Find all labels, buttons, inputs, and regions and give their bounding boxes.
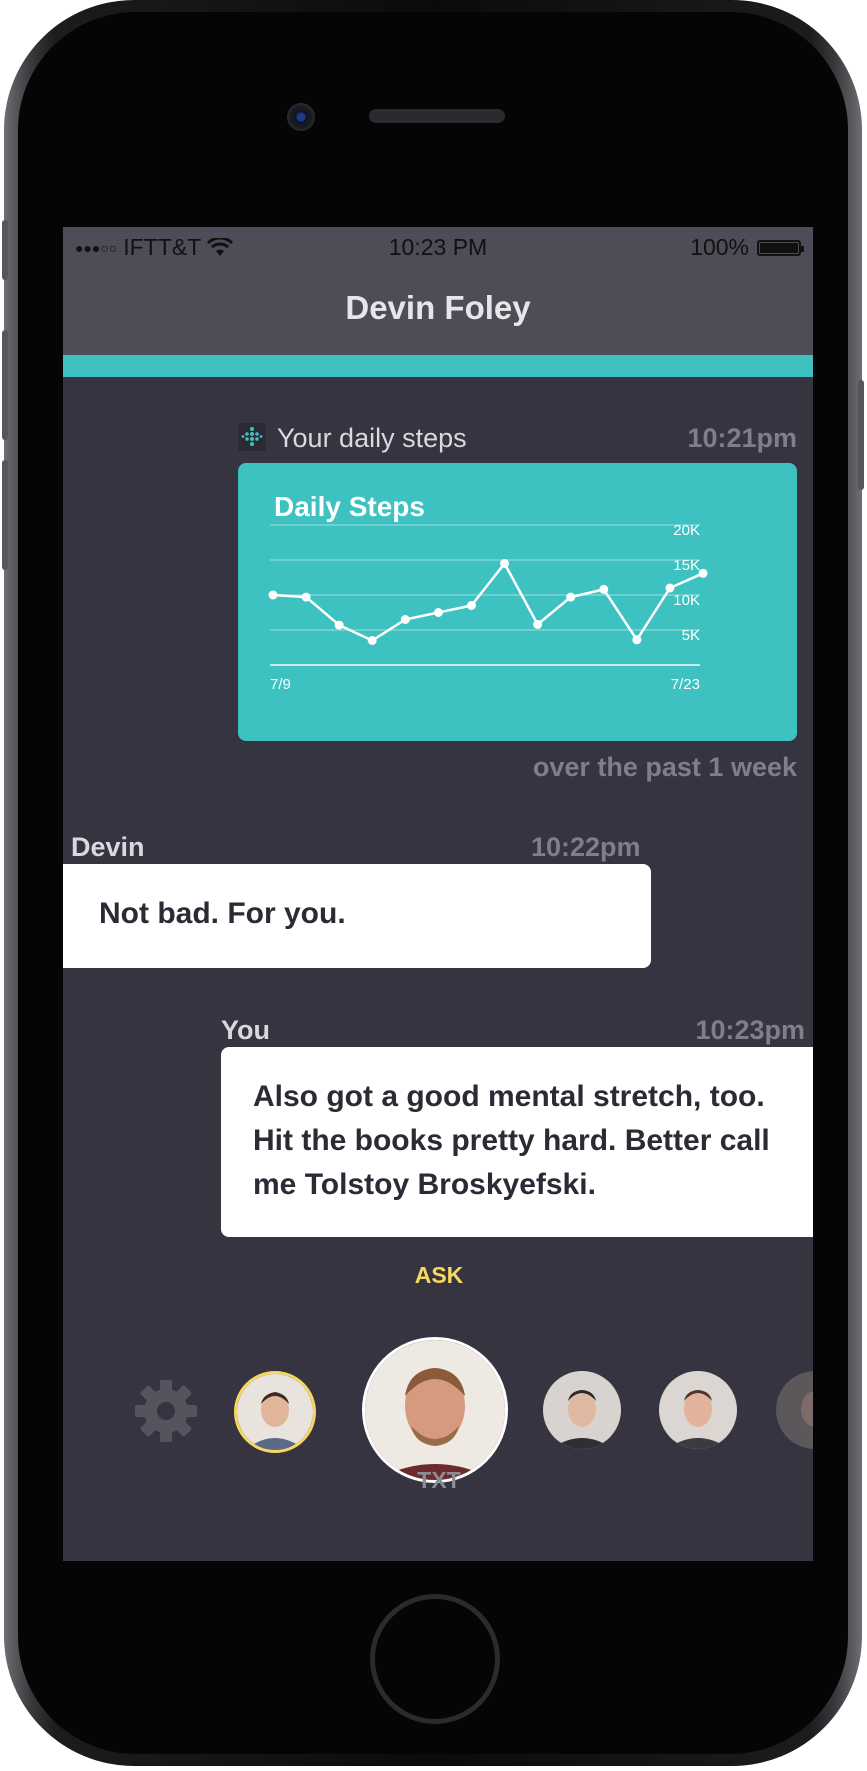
chart-data-point	[500, 559, 510, 568]
contact-avatar-4[interactable]	[776, 1371, 813, 1449]
you-message-time: 10:23pm	[695, 1015, 805, 1045]
person-icon	[237, 1374, 313, 1450]
steps-message-label: Your daily steps	[277, 423, 467, 453]
chart-data-point	[599, 584, 609, 594]
status-bar: ●●●○○ IFTT&T 10:23 PM 100%	[63, 227, 813, 267]
chart-data-point	[632, 635, 642, 645]
fitbit-icon	[238, 423, 266, 451]
chart-data-point	[367, 636, 377, 645]
chart-data-point	[433, 608, 443, 617]
person-icon	[659, 1371, 737, 1449]
contact-avatar-3[interactable]	[659, 1371, 737, 1449]
chart-data-point	[466, 601, 476, 610]
chart-footnote: over the past 1 week	[532, 752, 797, 782]
contact-avatar-2[interactable]	[543, 1371, 621, 1449]
chart-y-tick-label: 5K	[682, 627, 700, 644]
daily-steps-chart[interactable]: Daily Steps 20K 15K 10K 5K 7/9 7/23	[238, 463, 797, 741]
chart-data-point	[268, 590, 278, 600]
gear-icon[interactable]	[133, 1378, 199, 1444]
battery-percent: 100%	[690, 234, 749, 260]
volume-up-button	[2, 330, 8, 440]
person-icon	[543, 1371, 621, 1449]
home-button[interactable]	[370, 1594, 500, 1724]
contact-avatar-1[interactable]	[234, 1371, 316, 1453]
devin-message-bubble[interactable]: Not bad. For you.	[63, 864, 651, 968]
chart-data-point	[665, 583, 675, 593]
conversation-title: Devin Foley	[345, 289, 531, 326]
front-camera	[287, 103, 315, 131]
power-button	[858, 380, 864, 490]
devin-message-time: 10:22pm	[531, 832, 641, 862]
nav-bar: Devin Foley	[63, 267, 813, 355]
accent-bar	[63, 355, 813, 377]
app-screen: ●●●○○ IFTT&T 10:23 PM 100% Devin Foley Y…	[63, 227, 813, 1561]
chart-y-tick-label: 10K	[673, 592, 700, 609]
steps-message-time: 10:21pm	[687, 423, 797, 453]
earpiece-speaker	[369, 109, 505, 123]
phone-frame: ●●●○○ IFTT&T 10:23 PM 100% Devin Foley Y…	[2, 0, 864, 1766]
volume-down-button	[2, 460, 8, 570]
chart-data-point	[566, 592, 576, 602]
chart-data-point	[334, 620, 344, 630]
you-message-bubble[interactable]: Also got a good mental stretch, too. Hit…	[221, 1047, 813, 1237]
you-sender-name: You	[221, 1015, 270, 1045]
mute-switch	[2, 220, 8, 280]
chart-y-tick-label: 20K	[673, 522, 700, 539]
chart-data-point	[533, 619, 543, 629]
txt-label[interactable]: TXT	[404, 1467, 474, 1494]
battery-icon	[757, 239, 804, 256]
person-icon	[776, 1371, 813, 1449]
devin-sender-name: Devin	[71, 832, 145, 862]
chart-data-point	[400, 615, 410, 624]
contact-avatar-active[interactable]	[362, 1337, 508, 1483]
chart-y-tick-label: 15K	[673, 557, 700, 574]
chart-x-label-end: 7/23	[671, 676, 700, 693]
chart-x-label-start: 7/9	[270, 676, 291, 693]
battery-info: 100%	[690, 234, 804, 261]
chart-plot: 20K 15K 10K 5K 7/9 7/23	[268, 522, 708, 693]
person-icon	[365, 1340, 505, 1480]
chart-data-point	[698, 568, 708, 578]
ask-label[interactable]: ASK	[404, 1262, 474, 1289]
chart-data-point	[301, 592, 311, 602]
